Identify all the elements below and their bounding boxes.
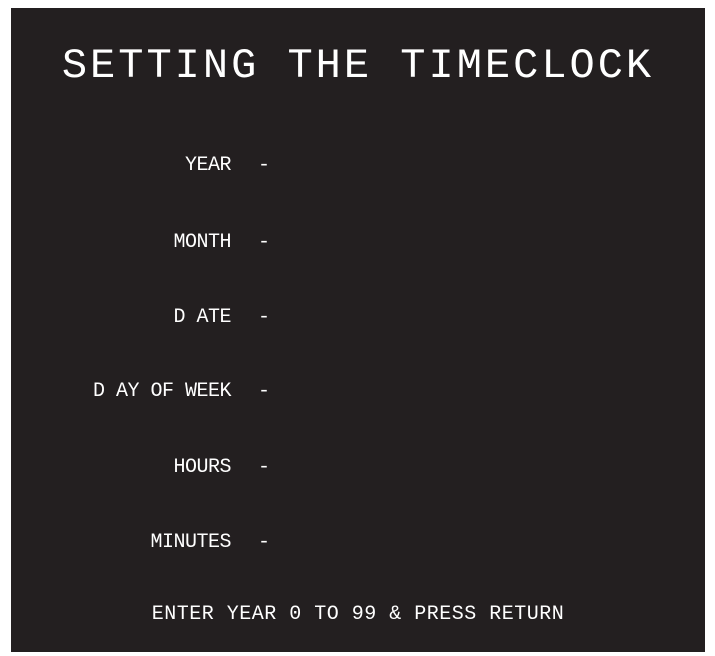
hours-field[interactable]: HOURS -: [11, 453, 271, 483]
date-field[interactable]: D ATE -: [11, 303, 271, 333]
year-separator: -: [257, 154, 270, 177]
day-of-week-field[interactable]: D AY OF WEEK -: [11, 377, 271, 407]
year-label: YEAR: [184, 154, 232, 177]
date-label: D ATE: [173, 306, 231, 329]
hours-label: HOURS: [173, 456, 231, 479]
timeclock-screen: SETTING THE TIMECLOCK YEAR - MONTH - D A…: [11, 8, 705, 652]
minutes-field[interactable]: MINUTES -: [11, 528, 271, 558]
year-field[interactable]: YEAR -: [11, 151, 271, 181]
month-field[interactable]: MONTH -: [11, 228, 271, 258]
minutes-label: MINUTES: [150, 531, 231, 554]
month-label: MONTH: [173, 231, 231, 254]
date-separator: -: [257, 306, 270, 329]
day-of-week-separator: -: [257, 380, 270, 403]
month-separator: -: [257, 231, 270, 254]
screen-title: SETTING THE TIMECLOCK: [61, 42, 655, 90]
minutes-separator: -: [257, 531, 270, 554]
hours-separator: -: [257, 456, 270, 479]
day-of-week-label: D AY OF WEEK: [92, 380, 232, 403]
input-prompt: ENTER YEAR 0 TO 99 & PRESS RETURN: [151, 603, 565, 626]
